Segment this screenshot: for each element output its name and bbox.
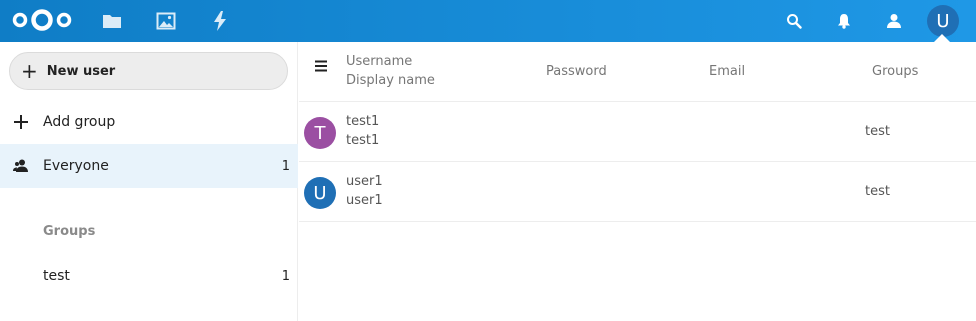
contacts-menu-button[interactable] xyxy=(873,0,915,42)
app-files[interactable] xyxy=(91,0,133,42)
app-photos[interactable] xyxy=(145,0,187,42)
header-password: Password xyxy=(546,64,607,79)
avatar: U xyxy=(927,5,959,37)
user-list-header: Username Display name Password Email Gro… xyxy=(299,42,976,102)
add-group-button[interactable]: Add group xyxy=(0,100,298,144)
sidebar-item-everyone[interactable]: Everyone 1 xyxy=(0,144,298,188)
header-groups: Groups xyxy=(872,64,919,79)
bell-icon xyxy=(838,14,850,29)
folder-icon xyxy=(103,15,121,28)
lightning-icon xyxy=(214,11,226,31)
header-display-name: Display name xyxy=(346,73,435,88)
groups-caption: Groups xyxy=(43,224,96,239)
header-username: Username xyxy=(346,54,413,69)
group-count: 1 xyxy=(281,268,290,284)
app-activity[interactable] xyxy=(199,0,241,42)
everyone-count: 1 xyxy=(281,158,290,174)
table-row[interactable]: U user1 user1 test xyxy=(299,162,976,222)
nextcloud-logo[interactable] xyxy=(10,7,74,33)
row-username: user1 xyxy=(346,174,383,189)
row-display-name[interactable]: user1 xyxy=(346,193,383,208)
top-header: U xyxy=(0,0,976,42)
notifications-button[interactable] xyxy=(823,0,865,42)
hamburger-icon xyxy=(315,60,327,72)
group-label: test xyxy=(43,268,70,284)
avatar: U xyxy=(304,177,336,209)
row-groups[interactable]: test xyxy=(865,184,890,199)
search-button[interactable] xyxy=(773,0,815,42)
image-icon xyxy=(156,12,176,30)
add-group-label: Add group xyxy=(43,114,116,130)
user-list: Username Display name Password Email Gro… xyxy=(299,42,976,321)
table-row[interactable]: T test1 test1 test xyxy=(299,102,976,162)
row-username: test1 xyxy=(346,114,380,129)
new-user-label: New user xyxy=(46,63,116,79)
plus-icon xyxy=(12,100,30,144)
everyone-label: Everyone xyxy=(43,158,109,174)
row-display-name[interactable]: test1 xyxy=(346,133,379,148)
hamburger-menu-button[interactable] xyxy=(309,54,333,78)
users-icon xyxy=(12,144,30,188)
app-navigation: + New user Add group Everyone 1 Groups t… xyxy=(0,42,298,321)
sidebar-item-group-test[interactable]: test 1 xyxy=(0,254,298,298)
new-user-button[interactable]: + New user xyxy=(9,52,288,90)
search-icon xyxy=(787,14,802,29)
header-email: Email xyxy=(709,64,746,79)
row-groups[interactable]: test xyxy=(865,124,890,139)
contacts-icon xyxy=(887,14,901,28)
plus-icon: + xyxy=(21,59,38,83)
user-menu-caret xyxy=(934,34,950,42)
avatar: T xyxy=(304,117,336,149)
